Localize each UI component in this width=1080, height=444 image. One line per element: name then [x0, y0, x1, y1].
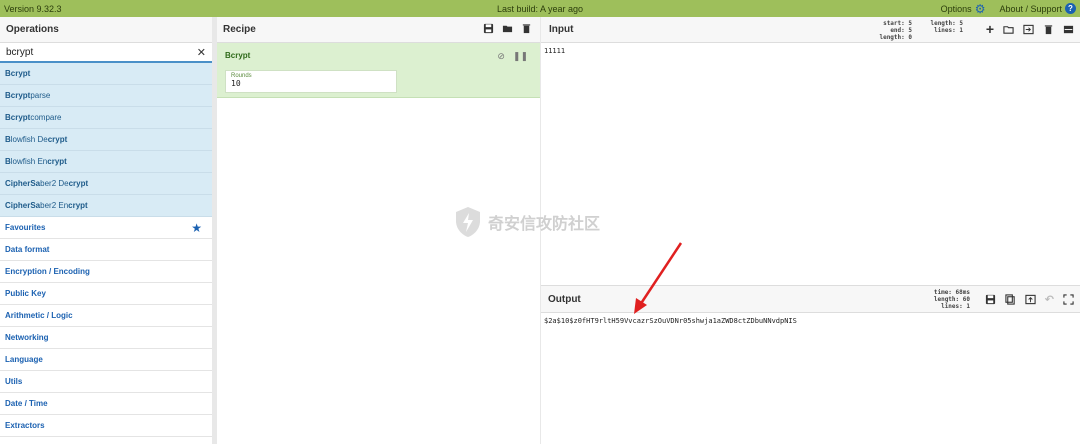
pause-op-icon[interactable]: ❚❚ — [513, 51, 528, 62]
category-item[interactable]: Public Key — [0, 283, 212, 305]
input-length-stats: length: 5 lines: 1 — [930, 20, 963, 34]
search-results-list: Bcrypt Bcrypt parse Bcrypt compare Blowfish… — [0, 63, 212, 217]
recipe-op-name: Bcrypt — [225, 51, 251, 60]
operations-title: Operations — [6, 24, 59, 35]
io-panel: Input start: 5 end: 5 length: 0 length: … — [541, 17, 1080, 444]
search-value: bcrypt — [6, 46, 34, 58]
clear-recipe-icon[interactable] — [521, 23, 532, 34]
rounds-field[interactable]: Rounds 10 — [225, 70, 397, 93]
rounds-value: 10 — [231, 79, 241, 88]
load-recipe-icon[interactable] — [502, 23, 513, 34]
maximise-icon[interactable] — [1063, 294, 1074, 305]
last-build-text: Last build: A year ago — [496, 3, 584, 14]
category-item[interactable]: Networking — [0, 327, 212, 349]
clear-search-icon[interactable]: ✕ — [197, 46, 206, 59]
search-result-item[interactable]: Bcrypt — [0, 63, 212, 85]
clear-input-icon[interactable] — [1043, 24, 1054, 35]
watermark: 奇安信攻防社区 — [454, 206, 600, 238]
options-label: Options — [940, 3, 972, 14]
search-result-item[interactable]: CipherSa ber2 De crypt — [0, 173, 212, 195]
category-item[interactable]: Extractors — [0, 415, 212, 437]
add-tab-icon[interactable]: + — [986, 22, 994, 36]
open-folder-icon[interactable] — [1003, 24, 1014, 35]
search-result-item[interactable]: Bcrypt parse — [0, 85, 212, 107]
help-icon: ? — [1065, 3, 1076, 14]
shield-logo-icon — [456, 207, 480, 237]
search-result-item[interactable]: CipherSa ber2 En crypt — [0, 195, 212, 217]
input-title: Input — [549, 24, 574, 35]
undo-icon[interactable]: ↶ — [1045, 293, 1054, 306]
search-result-item[interactable]: Blowfish De crypt — [0, 129, 212, 151]
operations-header: Operations — [0, 17, 212, 43]
search-result-item[interactable]: Blowfish En crypt — [0, 151, 212, 173]
category-item[interactable]: Encryption / Encoding — [0, 261, 212, 283]
about-support-link[interactable]: About / Support ? — [999, 3, 1076, 14]
recipe-title: Recipe — [223, 24, 256, 35]
category-list: Favourites ★ Data format Encryption / Encod… — [0, 217, 212, 437]
operations-search-input[interactable]: bcrypt ✕ — [0, 43, 212, 63]
input-textarea[interactable]: 11111 — [541, 43, 1080, 59]
category-item[interactable]: Arithmetic / Logic — [0, 305, 212, 327]
category-item[interactable]: Data format — [0, 239, 212, 261]
replace-input-icon[interactable] — [1025, 294, 1036, 305]
top-bar: Last build: A year ago Version 9.32.3 Op… — [0, 0, 1080, 17]
copy-output-icon[interactable] — [1005, 294, 1016, 305]
output-textarea[interactable]: $2a$10$z0fHT9rltH59VvcazrSzOuVDNr05shwja… — [541, 313, 1080, 329]
recipe-header: Recipe — [217, 17, 540, 43]
disable-op-icon[interactable]: ⊘ — [497, 51, 505, 62]
input-selection-stats: start: 5 end: 5 length: 0 — [879, 20, 912, 41]
output-stats: time: 68ms length: 60 lines: 1 — [933, 289, 970, 310]
star-icon: ★ — [191, 221, 202, 235]
options-button[interactable]: Options ⚙ — [941, 3, 986, 15]
category-item[interactable]: Date / Time — [0, 393, 212, 415]
layout-icon[interactable] — [1063, 24, 1074, 35]
search-result-item[interactable]: Bcrypt compare — [0, 107, 212, 129]
output-section: Output time: 68ms length: 60 lines: 1 ↶ … — [541, 285, 1080, 444]
category-item[interactable]: Favourites ★ — [0, 217, 212, 239]
operations-panel: Operations bcrypt ✕ Bcrypt Bcrypt parse Bc… — [0, 17, 212, 444]
output-title: Output — [548, 293, 581, 305]
version-text: Version 9.32.3 — [4, 3, 62, 14]
open-file-icon[interactable] — [1023, 24, 1034, 35]
category-item[interactable]: Language — [0, 349, 212, 371]
watermark-text: 奇安信攻防社区 — [488, 216, 601, 233]
gear-icon: ⚙ — [974, 1, 986, 16]
save-output-icon[interactable] — [985, 294, 996, 305]
output-text: $2a$10$z0fHT9rltH59VvcazrSzOuVDNr05shwja… — [544, 317, 797, 325]
save-recipe-icon[interactable] — [483, 23, 494, 34]
input-text: 11111 — [544, 47, 566, 55]
input-header: Input start: 5 end: 5 length: 0 length: … — [541, 17, 1080, 43]
recipe-operation-bcrypt[interactable]: Bcrypt ⊘ ❚❚ Rounds 10 — [217, 43, 540, 98]
about-label: About / Support — [999, 3, 1062, 14]
category-item[interactable]: Utils — [0, 371, 212, 393]
output-header: Output time: 68ms length: 60 lines: 1 ↶ — [541, 286, 1080, 313]
